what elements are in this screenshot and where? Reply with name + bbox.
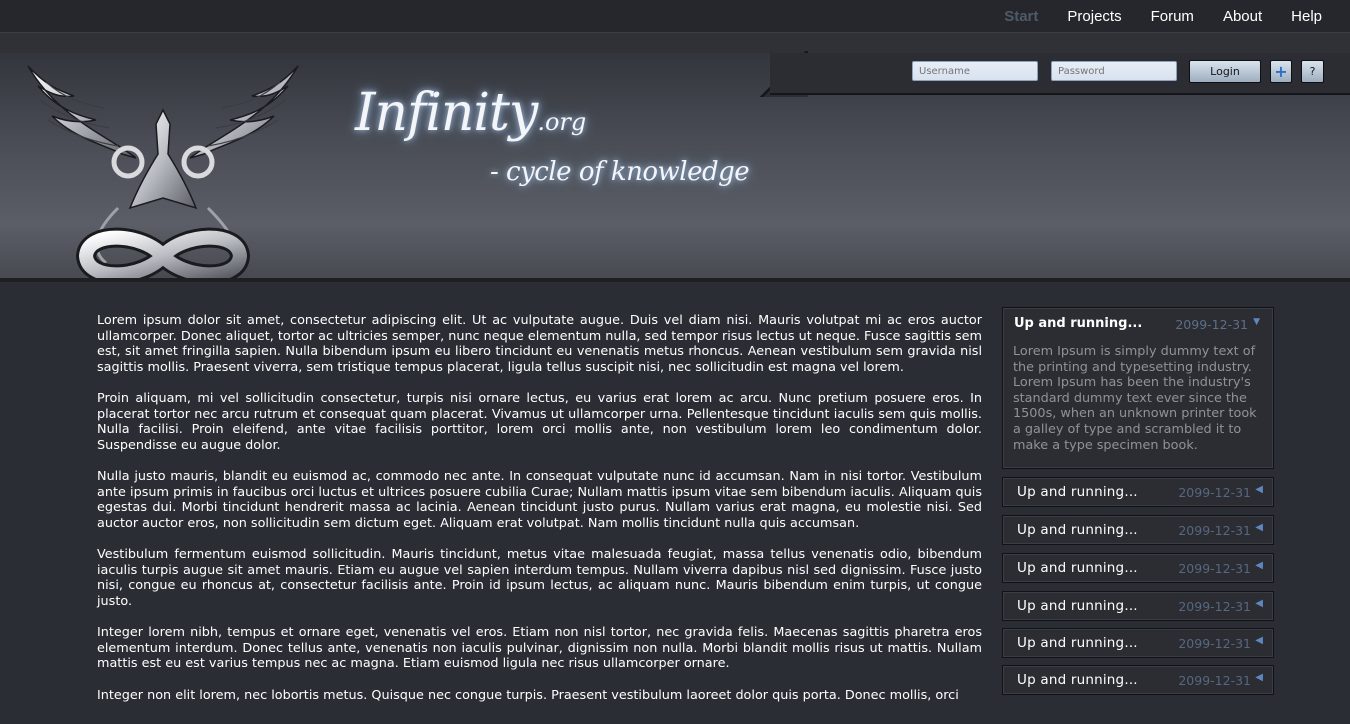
- expand-arrow-icon[interactable]: ◀: [1255, 522, 1263, 533]
- article-paragraph: Proin aliquam, mi vel sollicitudin conse…: [97, 391, 982, 453]
- news-body: Lorem Ipsum is simply dummy text of the …: [1013, 344, 1257, 453]
- expand-arrow-icon[interactable]: ◀: [1255, 560, 1263, 571]
- article-paragraph: Nulla justo mauris, blandit eu euismod a…: [97, 469, 982, 531]
- news-item[interactable]: Up and running... 2099-12-31 ◀: [1002, 477, 1274, 507]
- news-title: Up and running...: [1017, 635, 1138, 651]
- site-header: Login + ? Infinity.org - cycle of knowle…: [0, 33, 1350, 282]
- article-paragraph: Integer lorem nibh, tempus et ornare ege…: [97, 625, 982, 671]
- news-date: 2099-12-31: [1178, 561, 1251, 576]
- news-item[interactable]: Up and running... 2099-12-31 ◀: [1002, 665, 1274, 695]
- help-question-button[interactable]: ?: [1301, 60, 1324, 83]
- news-sidebar: Up and running... 2099-12-31 ▼ Lorem Ips…: [1002, 307, 1274, 695]
- news-date: 2099-12-31: [1178, 599, 1251, 614]
- article-paragraph: Integer non elit lorem, nec lobortis met…: [97, 687, 959, 703]
- news-item[interactable]: Up and running... 2099-12-31 ◀: [1002, 553, 1274, 583]
- news-date: 2099-12-31: [1175, 317, 1248, 332]
- news-item[interactable]: Up and running... 2099-12-31 ◀: [1002, 591, 1274, 621]
- header-strip: [0, 33, 1350, 53]
- nav-start-link[interactable]: Start: [1004, 8, 1038, 25]
- main-article: Lorem ipsum dolor sit amet, consectetur …: [97, 313, 982, 719]
- brand-name: Infinity: [355, 83, 538, 143]
- top-navigation-bar: Start Projects Forum About Help: [0, 0, 1350, 33]
- login-button[interactable]: Login: [1189, 60, 1261, 83]
- brand-suffix: .org: [537, 108, 587, 136]
- nav-help-link[interactable]: Help: [1291, 8, 1322, 25]
- news-date: 2099-12-31: [1178, 523, 1251, 538]
- news-title: Up and running...: [1017, 522, 1138, 538]
- expand-arrow-icon[interactable]: ◀: [1255, 672, 1263, 683]
- expand-arrow-icon[interactable]: ◀: [1255, 484, 1263, 495]
- news-date: 2099-12-31: [1178, 485, 1251, 500]
- password-input[interactable]: [1051, 61, 1177, 81]
- news-item[interactable]: Up and running... 2099-12-31 ◀: [1002, 628, 1274, 658]
- register-plus-icon[interactable]: +: [1270, 60, 1292, 83]
- main-nav: Start Projects Forum About Help: [1004, 0, 1350, 32]
- article-paragraph: Lorem ipsum dolor sit amet, consectetur …: [97, 313, 982, 375]
- news-date: 2099-12-31: [1178, 673, 1251, 688]
- brand-tagline: - cycle of knowledge: [490, 157, 750, 187]
- news-title: Up and running...: [1017, 560, 1138, 576]
- news-date: 2099-12-31: [1178, 636, 1251, 651]
- nav-forum-link[interactable]: Forum: [1151, 8, 1194, 25]
- article-paragraph: Vestibulum fermentum euismod sollicitudi…: [97, 547, 982, 609]
- site-brand: Infinity.org: [355, 83, 586, 143]
- expand-arrow-icon[interactable]: ◀: [1255, 598, 1263, 609]
- news-title: Up and running...: [1017, 672, 1138, 688]
- expand-arrow-icon[interactable]: ◀: [1255, 635, 1263, 646]
- username-input[interactable]: [912, 61, 1038, 81]
- news-title: Up and running...: [1017, 598, 1138, 614]
- news-title: Up and running...: [1014, 316, 1143, 331]
- phoenix-infinity-logo-icon: [27, 65, 299, 278]
- news-item-expanded[interactable]: Up and running... 2099-12-31 ▼ Lorem Ips…: [1002, 307, 1274, 469]
- nav-projects-link[interactable]: Projects: [1067, 8, 1121, 25]
- nav-about-link[interactable]: About: [1223, 8, 1262, 25]
- news-title: Up and running...: [1017, 484, 1138, 500]
- news-item[interactable]: Up and running... 2099-12-31 ◀: [1002, 515, 1274, 545]
- collapse-arrow-icon[interactable]: ▼: [1253, 317, 1260, 327]
